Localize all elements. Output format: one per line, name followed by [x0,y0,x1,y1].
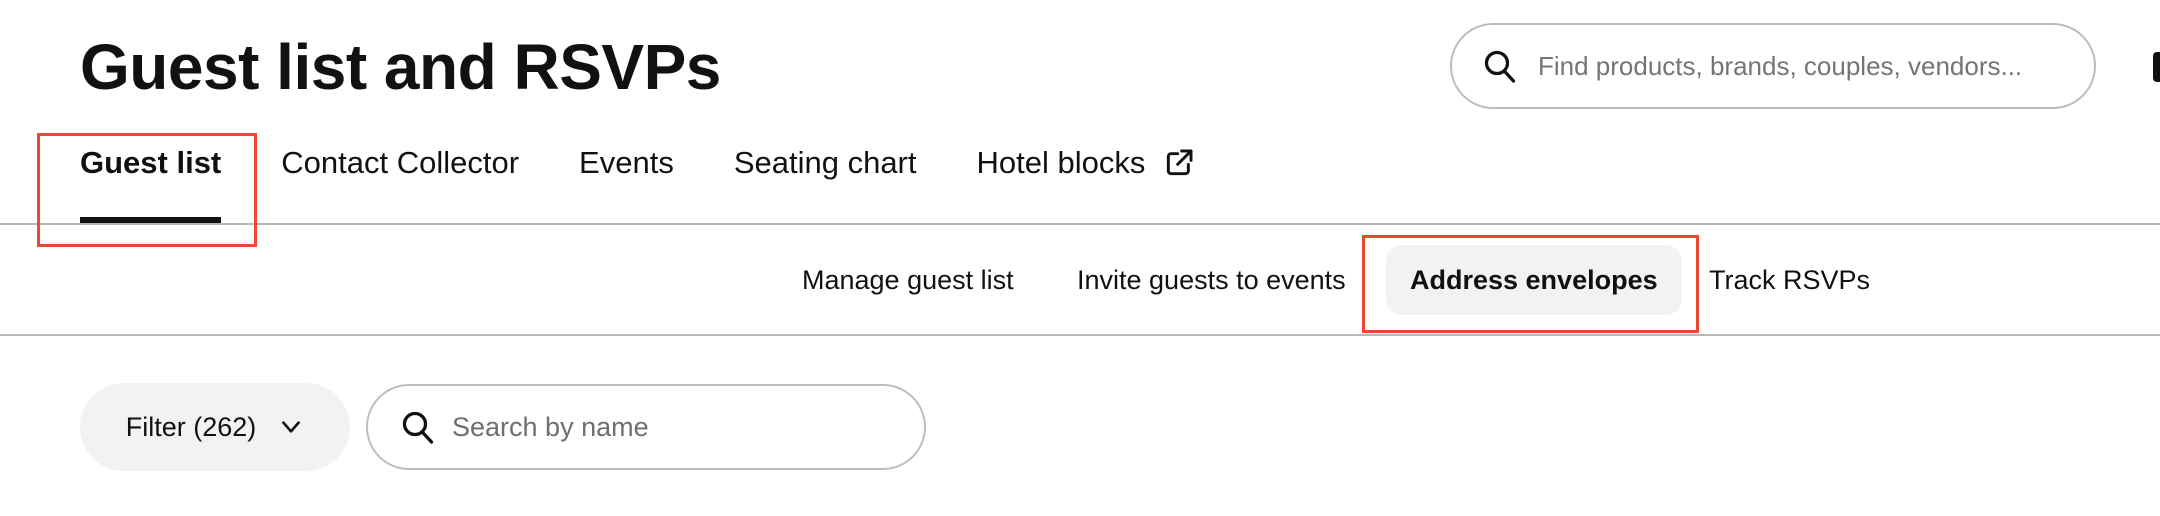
tab-label: Contact Collector [281,145,520,180]
name-search-box[interactable] [366,384,926,470]
page-title: Guest list and RSVPs [80,31,721,103]
tab-contact-collector[interactable]: Contact Collector [281,140,519,186]
subnav-manage-guest-list[interactable]: Manage guest list [802,245,1014,315]
secondary-nav: Manage guest list Invite guests to event… [0,225,2160,335]
primary-tabs: Guest list Contact Collector Events Seat… [80,140,1255,224]
header-edge-icon[interactable] [2153,52,2160,82]
tab-guest-list[interactable]: Guest list [80,140,222,223]
tab-label: Events [579,145,674,180]
filter-label: Filter (262) [125,411,257,442]
chevron-down-icon [282,421,301,433]
tab-label: Guest list [80,145,222,180]
tab-hotel-blocks[interactable]: Hotel blocks [977,140,1196,186]
subnav-divider [0,334,2160,336]
global-search-input[interactable] [1536,49,2060,83]
external-link-icon [1167,149,1193,176]
subnav-address-envelopes[interactable]: Address envelopes [1386,245,1682,315]
global-search-box[interactable] [1450,23,2096,109]
filter-button[interactable]: Filter (262) [80,383,350,471]
search-icon [402,411,434,444]
subnav-track-rsvps[interactable]: Track RSVPs [1709,245,1870,315]
tab-label: Seating chart [733,145,917,180]
tab-seating-chart[interactable]: Seating chart [734,140,917,186]
subnav-invite-guests[interactable]: Invite guests to events [1077,245,1346,315]
name-search-input[interactable] [450,410,894,444]
tab-events[interactable]: Events [579,140,674,186]
tab-label: Hotel blocks [976,145,1146,180]
search-icon [1484,50,1516,83]
